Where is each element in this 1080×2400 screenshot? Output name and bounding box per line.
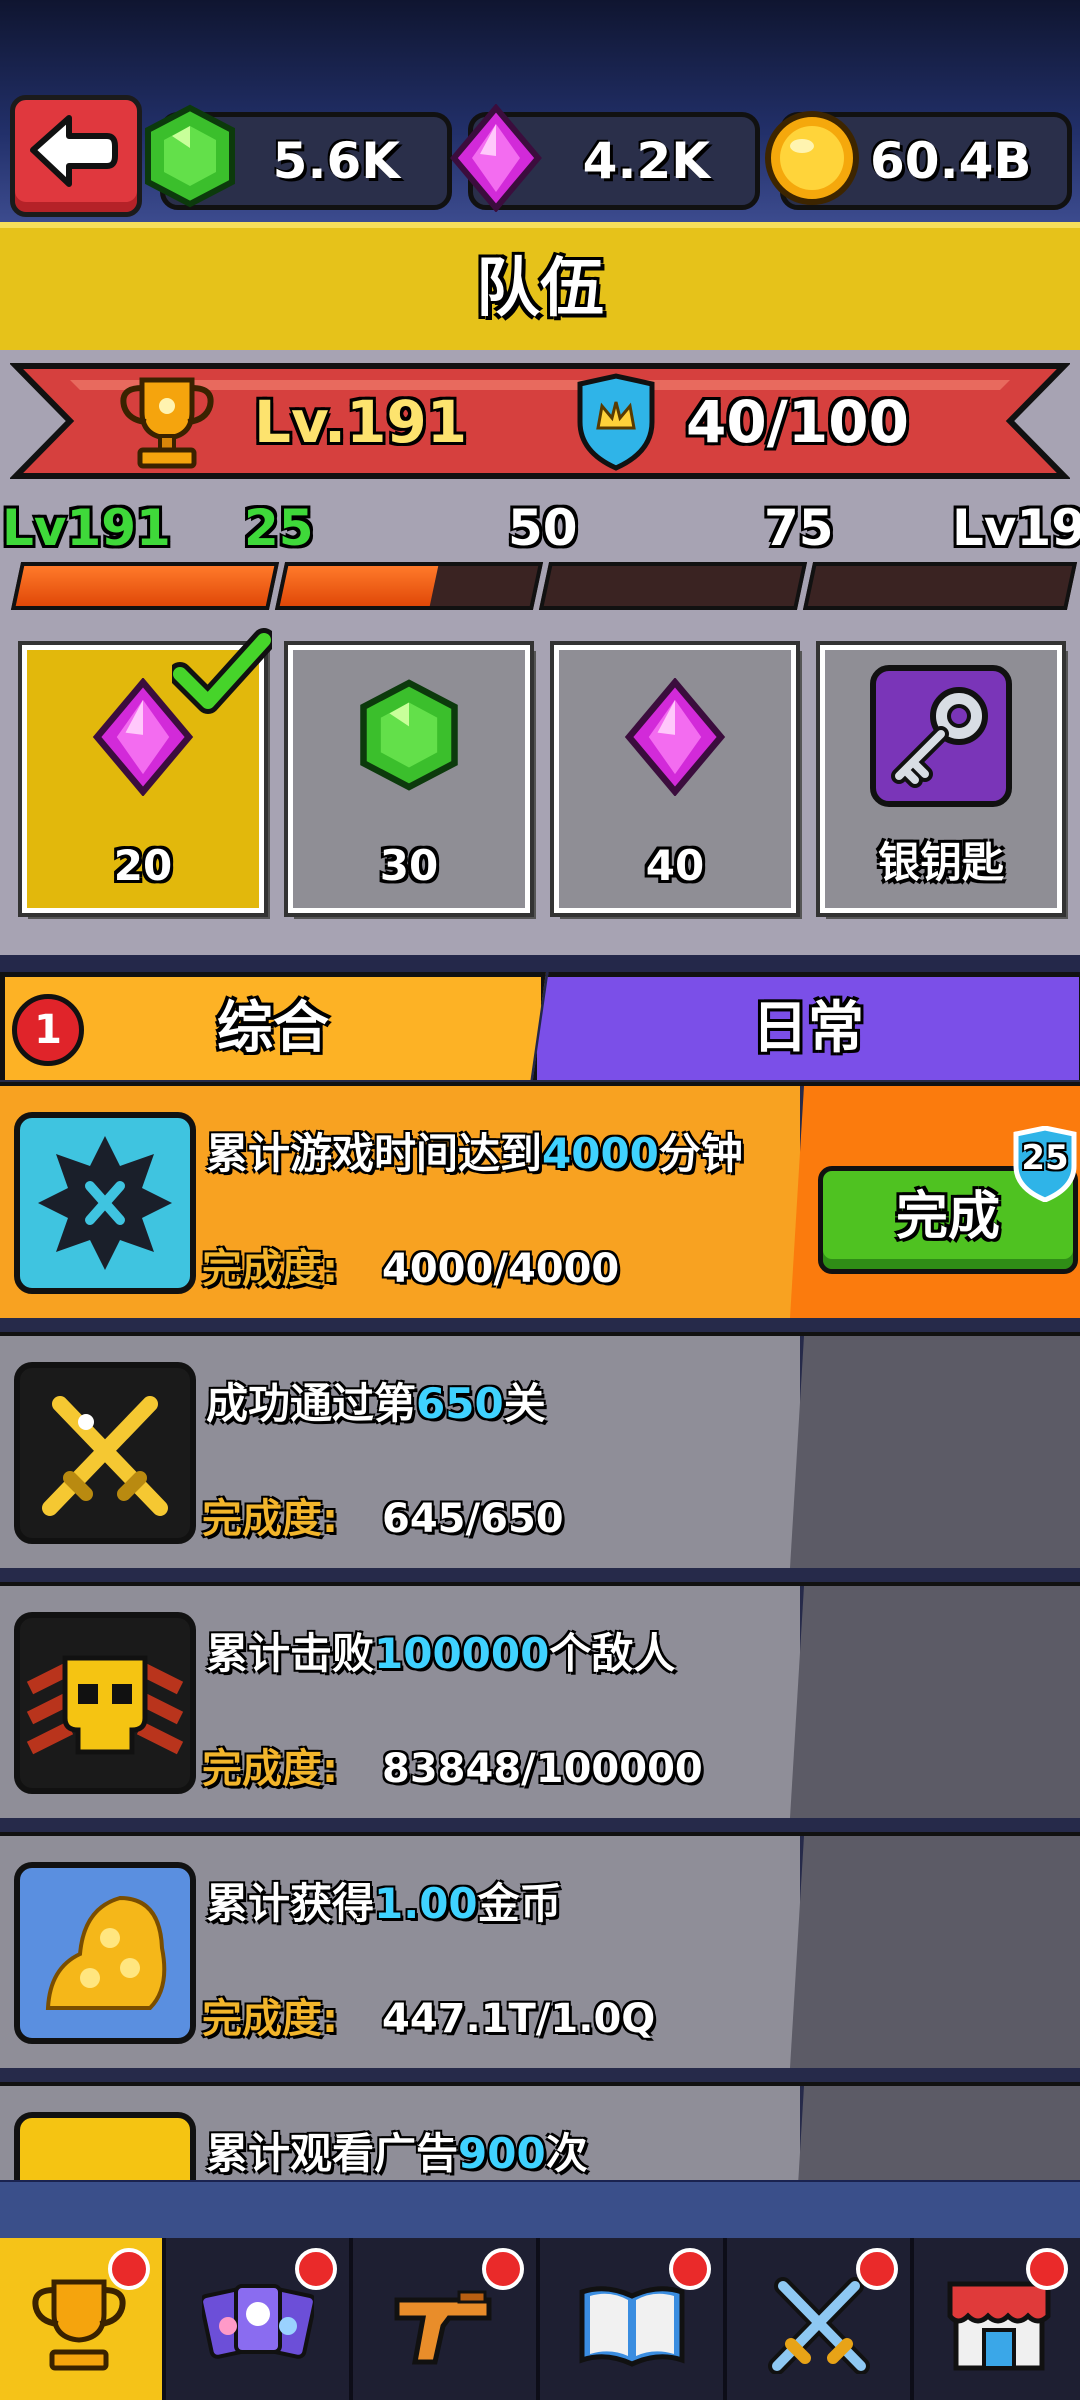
reward-label: 银钥匙 <box>877 838 1004 887</box>
gold-pile-icon <box>45 1895 167 2010</box>
reward-card-silver-key[interactable]: 银钥匙 <box>816 641 1066 917</box>
shop-icon <box>947 2281 1051 2371</box>
task-description: 成功通过第650关 <box>206 1379 546 1428</box>
progress-segment-2 <box>274 562 544 610</box>
milestone-25: 25 <box>244 499 314 557</box>
pink-gem-icon <box>450 104 542 212</box>
green-gem-icon <box>145 104 235 208</box>
reward-amount: 25 <box>1021 1138 1069 1178</box>
time-task-icon <box>14 1112 196 1294</box>
crossed-swords-task-icon <box>14 1362 196 1544</box>
trophy-icon <box>120 377 214 469</box>
character-cards-icon <box>202 2284 314 2359</box>
notification-badge: 1 <box>12 994 84 1066</box>
book-icon <box>579 2286 685 2367</box>
task-row: 累计获得1.00金币 完成度: 447.1T/1.0Q <box>0 1832 1080 2068</box>
green-gem-value: 5.6K <box>272 132 400 190</box>
task-description: 累计游戏时间达到4000分钟 <box>206 1129 743 1178</box>
back-arrow-icon <box>30 115 118 187</box>
green-gem-icon <box>360 679 458 791</box>
milestone-50: 50 <box>508 499 578 557</box>
shield-crown-icon <box>577 373 655 471</box>
reward-label: 20 <box>113 841 173 890</box>
team-level: Lv.191 <box>254 388 468 456</box>
reward-card-40[interactable]: 40 <box>550 641 800 917</box>
reward-card-30[interactable]: 30 <box>284 641 534 917</box>
nav-tasks[interactable] <box>0 2238 166 2400</box>
reward-label: 30 <box>379 841 439 890</box>
silver-key-icon <box>870 665 1012 807</box>
progress-segment-4 <box>802 562 1078 610</box>
nav-shop[interactable] <box>914 2238 1080 2400</box>
task-row: 累计击败100000个敌人 完成度: 83848/100000 <box>0 1582 1080 1818</box>
task-row: 累计观看广告900次 <box>0 2082 1080 2180</box>
progress-segment-1 <box>10 562 280 610</box>
milestone-start: Lv191 <box>2 499 171 557</box>
nav-battle[interactable] <box>727 2238 914 2400</box>
clock-burst-icon <box>38 1136 172 1270</box>
progress-segment-3 <box>538 562 808 610</box>
page-title: 队伍 <box>476 252 604 326</box>
tab-general-label: 综合 <box>217 996 329 1061</box>
task-row: 成功通过第650关 完成度: 645/650 <box>0 1332 1080 1568</box>
trophy-icon <box>32 2279 126 2371</box>
task-progress: 完成度: 4000/4000 <box>202 1246 620 1292</box>
reward-label: 40 <box>645 841 705 890</box>
task-description: 累计击败100000个敌人 <box>206 1629 676 1678</box>
notification-dot <box>482 2248 524 2290</box>
task-progress: 完成度: 83848/100000 <box>202 1746 703 1792</box>
task-row: 完成 25 累计游戏时间达到4000分钟 完成度: 4000/4000 <box>0 1082 1080 1318</box>
task-description: 累计观看广告900次 <box>206 2129 588 2178</box>
pink-gem-icon <box>624 678 726 796</box>
nav-codex[interactable] <box>540 2238 727 2400</box>
checkmark-icon <box>172 628 272 714</box>
coin-pile-task-icon <box>14 1862 196 2044</box>
crossed-swords-icon <box>42 1396 168 1516</box>
notification-dot <box>295 2248 337 2290</box>
pistol-icon <box>394 2290 492 2365</box>
ad-task-icon <box>14 2112 196 2180</box>
skull-task-icon <box>14 1612 196 1794</box>
gold-coin-icon <box>765 111 859 205</box>
task-description: 累计获得1.00金币 <box>206 1879 562 1928</box>
nav-divider <box>0 2182 1080 2238</box>
crossed-swords-icon <box>768 2277 870 2374</box>
back-button[interactable] <box>10 95 142 217</box>
nav-characters[interactable] <box>166 2238 353 2400</box>
team-points: 40/100 <box>686 388 909 456</box>
task-list[interactable]: 完成 25 累计游戏时间达到4000分钟 完成度: 4000/4000 成功通过第… <box>0 1080 1080 2180</box>
notification-dot <box>856 2248 898 2290</box>
task-progress: 完成度: 645/650 <box>202 1496 564 1542</box>
notification-dot <box>1026 2248 1068 2290</box>
nav-weapons[interactable] <box>353 2238 540 2400</box>
pink-gem-value: 4.2K <box>582 132 710 190</box>
task-progress: 完成度: 447.1T/1.0Q <box>202 1996 656 2042</box>
notification-dot <box>669 2248 711 2290</box>
gold-coin-value: 60.4B <box>870 132 1032 190</box>
tab-daily-label: 日常 <box>752 996 864 1061</box>
milestone-75: 75 <box>764 499 834 557</box>
tab-daily[interactable]: 日常 <box>532 972 1080 1086</box>
skull-icon <box>26 1655 184 1755</box>
notification-dot <box>108 2248 150 2290</box>
milestone-end: Lv192 <box>952 499 1080 557</box>
